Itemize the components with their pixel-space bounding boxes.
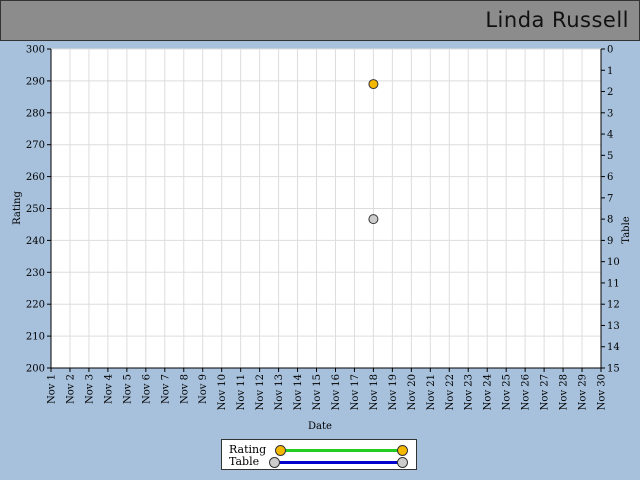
legend-line-table: [274, 461, 402, 464]
y2-tick-label: 0: [607, 45, 613, 56]
x-tick-label: Nov 6: [141, 374, 152, 404]
y2-tick-label: 7: [607, 193, 613, 204]
x-tick-label: Nov 29: [578, 374, 589, 410]
x-tick-label: Nov 19: [388, 374, 399, 410]
x-tick-label: Nov 14: [293, 374, 304, 410]
y-tick-label: 250: [26, 204, 45, 215]
x-tick-label: Nov 20: [407, 374, 418, 410]
header-bar: Linda Russell: [0, 0, 640, 41]
x-tick-label: Nov 8: [179, 374, 190, 404]
x-tick-label: Nov 26: [521, 374, 532, 410]
data-point-rating: [368, 79, 379, 90]
y2-tick-label: 10: [607, 257, 620, 268]
x-tick-label: Nov 27: [540, 374, 551, 410]
x-tick-label: Nov 3: [84, 374, 95, 404]
y-tick-label: 240: [26, 236, 45, 247]
x-tick-label: Nov 16: [331, 374, 342, 410]
x-tick-label: Nov 7: [160, 374, 171, 404]
legend-marker-table-end: [397, 457, 408, 468]
y2-tick-label: 6: [607, 172, 613, 183]
y2-tick-label: 11: [607, 278, 620, 289]
x-tick-label: Nov 15: [312, 374, 323, 410]
legend-marker-rating: [275, 445, 286, 456]
y2-tick-label: 14: [607, 342, 620, 353]
x-tick-label: Nov 24: [483, 374, 494, 410]
x-tick-label: Nov 18: [369, 374, 380, 410]
x-tick-label: Nov 21: [426, 374, 437, 410]
legend-marker-rating-end: [397, 445, 408, 456]
legend-line-rating: [280, 449, 402, 452]
x-tick-label: Nov 12: [255, 374, 266, 410]
y-tick-label: 220: [26, 300, 45, 311]
y-axis-title: Rating: [12, 191, 23, 225]
user-name: Linda Russell: [485, 8, 629, 32]
x-tick-label: Nov 9: [198, 374, 209, 404]
y2-tick-label: 9: [607, 236, 613, 247]
x-tick-label: Nov 28: [559, 374, 570, 410]
y2-tick-label: 5: [607, 151, 613, 162]
y2-tick-label: 12: [607, 300, 620, 311]
x-tick-label: Nov 4: [103, 374, 114, 404]
y2-tick-label: 2: [607, 87, 613, 98]
y2-tick-label: 3: [607, 108, 613, 119]
x-tick-label: Nov 23: [464, 374, 475, 410]
x-axis-title: Date: [308, 421, 332, 432]
y2-tick-label: 4: [607, 130, 613, 141]
legend-marker-table: [269, 457, 280, 468]
y-tick-label: 270: [26, 140, 45, 151]
y2-tick-label: 8: [607, 215, 613, 226]
legend-item-table: Table: [222, 455, 416, 469]
x-tick-label: Nov 1: [47, 374, 58, 404]
y-tick-label: 200: [26, 364, 45, 375]
y-tick-label: 290: [26, 76, 45, 87]
y-tick-label: 260: [26, 172, 45, 183]
x-tick-label: Nov 10: [217, 374, 228, 410]
x-tick-label: Nov 22: [445, 374, 456, 410]
x-tick-label: Nov 5: [122, 374, 133, 404]
y-tick-label: 210: [26, 332, 45, 343]
legend-label-table: Table: [229, 455, 260, 468]
y-tick-label: 300: [26, 45, 45, 56]
y2-tick-label: 13: [607, 321, 620, 332]
y-tick-label: 280: [26, 108, 45, 119]
x-tick-label: Nov 13: [274, 374, 285, 410]
x-tick-label: Nov 2: [65, 374, 76, 404]
y2-axis-title: Table: [621, 216, 632, 243]
x-tick-label: Nov 25: [502, 374, 513, 410]
data-point-table: [368, 214, 379, 225]
y2-tick-label: 1: [607, 66, 613, 77]
chart: 200210220230240250260270280290300 0123456…: [12, 45, 632, 433]
y2-tick-label: 15: [607, 364, 620, 375]
y-tick-label: 230: [26, 268, 45, 279]
legend: Rating Table: [221, 439, 417, 470]
x-tick-label: Nov 11: [236, 374, 247, 410]
x-tick-label: Nov 30: [597, 374, 608, 410]
x-tick-label: Nov 17: [350, 374, 361, 410]
